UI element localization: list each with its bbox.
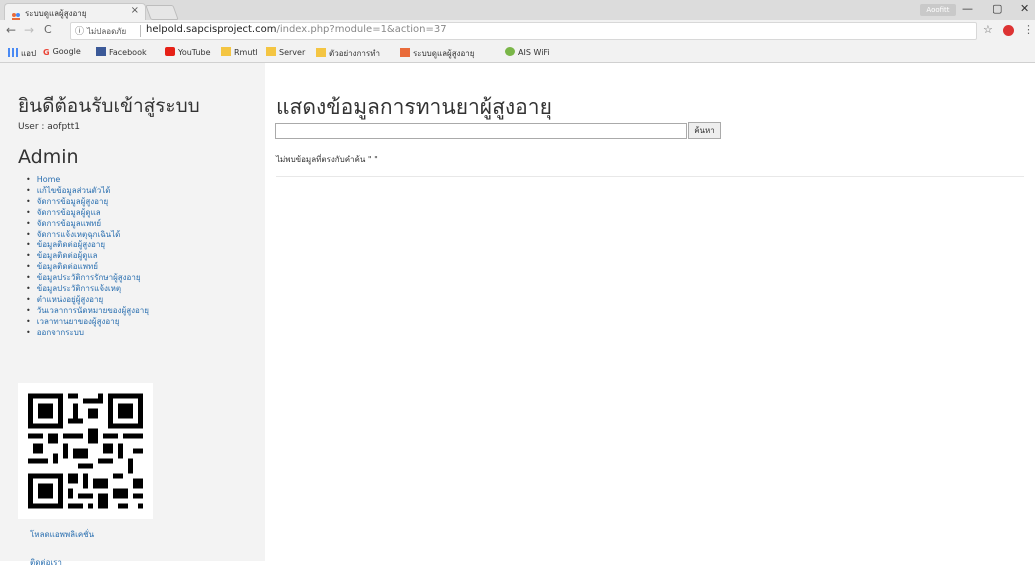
sidebar: ยินดีต้อนรับเข้าสู่ระบบ User : aofptt1 A… <box>0 63 265 567</box>
insecure-label: ไม่ปลอดภัย <box>87 27 127 36</box>
bookmark-apps[interactable]: แอป <box>8 47 36 60</box>
bookmark-label: ระบบดูแลผู้สูงอายุ <box>413 49 475 58</box>
site-favicon-icon <box>400 48 410 57</box>
menu-item-elderly-contacts[interactable]: ข้อมูลติดต่อผู้สูงอายุ <box>26 240 149 251</box>
no-result-message: ไม่พบข้อมูลที่ตรงกับคำค้น " " <box>276 155 378 164</box>
menu-item-appointments[interactable]: วันเวลาการนัดหมายของผู้สูงอายุ <box>26 306 149 317</box>
menu-link[interactable]: แก้ไขข้อมูลส่วนตัวได้ <box>37 186 111 195</box>
bookmark-elderly-care[interactable]: ระบบดูแลผู้สูงอายุ <box>400 47 474 60</box>
menu-item-caregiver-contacts[interactable]: ข้อมูลติดต่อผู้ดูแล <box>26 251 149 262</box>
menu-item-doctor-contacts[interactable]: ข้อมูลติดต่อแพทย์ <box>26 262 149 273</box>
menu-link[interactable]: วันเวลาการนัดหมายของผู้สูงอายุ <box>37 306 149 315</box>
search-button[interactable]: ค้นหา <box>688 122 721 139</box>
menu-link[interactable]: ข้อมูลติดต่อแพทย์ <box>37 262 98 271</box>
facebook-icon <box>96 47 106 56</box>
menu-link[interactable]: ข้อมูลประวัติการรักษาผู้สูงอายุ <box>37 273 141 282</box>
page-title: แสดงข้อมูลการทานยาผู้สูงอายุ <box>276 95 552 119</box>
bookmark-examples[interactable]: ตัวอย่างการทำ <box>316 47 380 60</box>
maximize-button[interactable]: ▢ <box>992 2 1002 15</box>
menu-link[interactable]: เวลาทานยาของผู้สูงอายุ <box>37 317 120 326</box>
contact-link[interactable]: ติดต่อเรา <box>30 556 62 569</box>
menu-item-manage-caregivers[interactable]: จัดการข้อมูลผู้ดูแล <box>26 208 149 219</box>
browser-tab[interactable]: ระบบดูแลผู้สูงอายุ × <box>4 3 146 21</box>
menu-link[interactable]: ตำแหน่งอยู่ผู้สูงอายุ <box>37 295 103 304</box>
bookmark-ais-wifi[interactable]: AIS WiFi <box>505 47 550 57</box>
bookmark-rmutl[interactable]: Rmutl <box>221 47 258 57</box>
extension-icon[interactable] <box>1003 25 1014 36</box>
site-favicon-icon <box>11 7 21 21</box>
omnibox-divider <box>140 25 141 37</box>
menu-link[interactable]: ข้อมูลติดต่อผู้สูงอายุ <box>37 240 105 249</box>
youtube-icon <box>165 47 175 56</box>
menu-item-incident-history[interactable]: ข้อมูลประวัติการแจ้งเหตุ <box>26 284 149 295</box>
menu-item-logout[interactable]: ออกจากระบบ <box>26 328 149 339</box>
bookmark-facebook[interactable]: Facebook <box>96 47 147 57</box>
forward-button[interactable]: → <box>24 23 34 37</box>
current-user: User : aofptt1 <box>18 122 80 132</box>
menu-link[interactable]: จัดการข้อมูลผู้ดูแล <box>37 208 101 217</box>
bookmark-label: ตัวอย่างการทำ <box>329 49 380 58</box>
bookmark-label: Rmutl <box>234 48 258 57</box>
search-input[interactable] <box>275 123 687 139</box>
divider <box>276 176 1024 177</box>
browser-menu-icon[interactable]: ⋮ <box>1023 23 1034 36</box>
google-icon: G <box>43 48 50 57</box>
bookmark-label: แอป <box>21 49 37 58</box>
main-content: แสดงข้อมูลการทานยาผู้สูงอายุ ค้นหา ไม่พบ… <box>265 63 1035 561</box>
menu-link[interactable]: จัดการข้อมูลผู้สูงอายุ <box>37 197 108 206</box>
address-bar-row: ← → C ⓘ ไม่ปลอดภัย helpold.sapcisproject… <box>0 20 1035 42</box>
apps-grid-icon <box>8 48 18 57</box>
menu-item-manage-doctors[interactable]: จัดการข้อมูลแพทย์ <box>26 219 149 230</box>
folder-icon <box>266 47 276 56</box>
bookmark-label: Server <box>279 48 306 57</box>
new-tab-button[interactable] <box>145 5 179 20</box>
menu-item-elderly-location[interactable]: ตำแหน่งอยู่ผู้สูงอายุ <box>26 295 149 306</box>
url-text: helpold.sapcisproject.com/index.php?modu… <box>146 24 447 35</box>
bookmark-label: Google <box>52 47 81 56</box>
menu-item-edit-profile[interactable]: แก้ไขข้อมูลส่วนตัวได้ <box>26 186 149 197</box>
bookmark-label: YouTube <box>178 48 211 57</box>
menu-link[interactable]: ข้อมูลประวัติการแจ้งเหตุ <box>37 284 121 293</box>
menu-item-home[interactable]: Home <box>26 175 149 186</box>
back-button[interactable]: ← <box>6 23 16 37</box>
download-app-link[interactable]: โหลดแอพพลิเคชั่น <box>30 528 94 541</box>
folder-icon <box>221 47 231 56</box>
menu-link[interactable]: Home <box>37 175 61 184</box>
menu-link[interactable]: ข้อมูลติดต่อผู้ดูแล <box>37 251 98 260</box>
welcome-heading: ยินดีต้อนรับเข้าสู่ระบบ <box>18 95 200 117</box>
menu-item-manage-emergency[interactable]: จัดการแจ้งเหตุฉุกเฉินได้ <box>26 230 149 241</box>
browser-titlebar: ระบบดูแลผู้สูงอายุ × Aoofitt — ▢ ✕ <box>0 0 1035 21</box>
bookmark-server[interactable]: Server <box>266 47 305 57</box>
bookmark-google[interactable]: G Google <box>43 47 81 57</box>
reload-button[interactable]: C <box>44 23 52 36</box>
menu-item-treatment-history[interactable]: ข้อมูลประวัติการรักษาผู้สูงอายุ <box>26 273 149 284</box>
minimize-button[interactable]: — <box>962 2 973 15</box>
url-host: helpold.sapcisproject.com <box>146 24 277 35</box>
tab-title: ระบบดูแลผู้สูงอายุ <box>25 9 87 18</box>
menu-link[interactable]: ออกจากระบบ <box>37 328 84 337</box>
close-window-button[interactable]: ✕ <box>1020 2 1029 15</box>
bookmark-label: Facebook <box>109 48 147 57</box>
menu-item-manage-elderly[interactable]: จัดการข้อมูลผู้สูงอายุ <box>26 197 149 208</box>
bookmark-youtube[interactable]: YouTube <box>165 47 211 57</box>
role-heading: Admin <box>18 146 79 168</box>
profile-badge[interactable]: Aoofitt <box>920 4 956 16</box>
sidebar-menu: Home แก้ไขข้อมูลส่วนตัวได้ จัดการข้อมูลผ… <box>26 175 149 339</box>
tab-close-icon[interactable]: × <box>131 5 139 16</box>
info-icon[interactable]: ⓘ <box>75 24 84 37</box>
url-input[interactable]: ⓘ ไม่ปลอดภัย helpold.sapcisproject.com/i… <box>70 22 977 40</box>
folder-icon <box>316 48 326 57</box>
app-qr-code <box>18 383 153 519</box>
menu-link[interactable]: จัดการข้อมูลแพทย์ <box>37 219 101 228</box>
menu-item-medication-times[interactable]: เวลาทานยาของผู้สูงอายุ <box>26 317 149 328</box>
bookmark-label: AIS WiFi <box>518 48 550 57</box>
url-path: /index.php?module=1&action=37 <box>276 24 447 35</box>
bookmarks-bar: แอป G Google Facebook YouTube Rmutl Serve… <box>0 42 1035 63</box>
bookmark-star-icon[interactable]: ☆ <box>983 23 993 36</box>
wifi-icon <box>505 47 515 56</box>
menu-link[interactable]: จัดการแจ้งเหตุฉุกเฉินได้ <box>37 230 121 239</box>
